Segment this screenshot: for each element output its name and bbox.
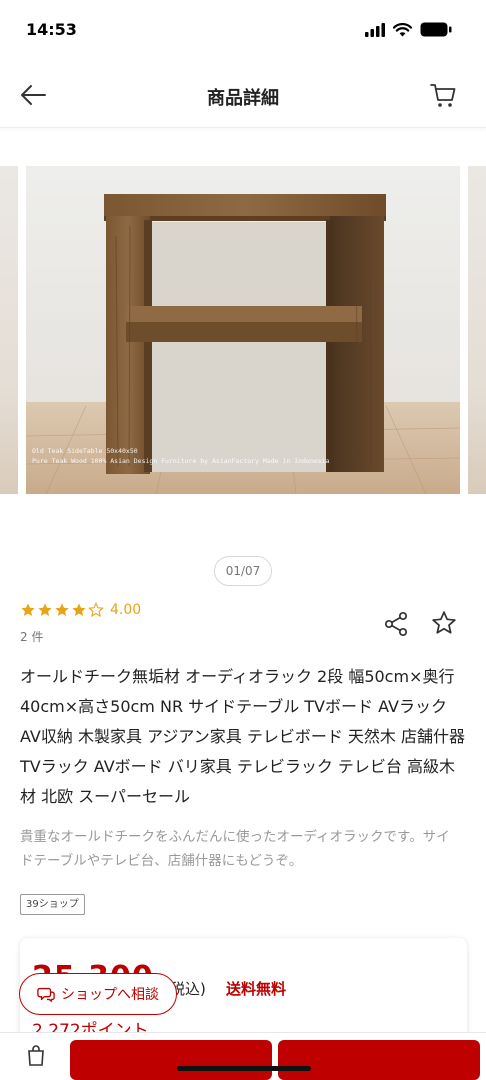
free-shipping-label: 送料無料: [226, 980, 287, 998]
chat-icon: [37, 987, 55, 1002]
next-image-peek[interactable]: [468, 166, 486, 494]
bottom-action-bar: [0, 1032, 486, 1080]
teak-rack-photo: Old Teak SideTable 50x40x50 Pure Teak Wo…: [26, 166, 460, 494]
star-filled-icon: [72, 603, 86, 616]
status-icons: [365, 22, 452, 37]
image-caption-line1: Old Teak SideTable 50x40x50: [32, 447, 138, 455]
wifi-icon: [393, 22, 412, 36]
page-title: 商品詳細: [207, 88, 279, 109]
star-outline-icon: [88, 602, 104, 618]
star-filled-icon: [38, 603, 52, 616]
share-icon: [384, 611, 408, 637]
buy-now-button[interactable]: [278, 1040, 480, 1080]
rating-stars: [20, 602, 104, 618]
signal-icon: [365, 22, 385, 37]
shop-bag-button[interactable]: [24, 1043, 48, 1067]
product-description: 貴重なオールドチークをふんだんに使ったオーディオラックです。サイドテーブルやテレ…: [20, 829, 450, 869]
home-indicator: [177, 1066, 311, 1071]
shop-tag-badge: 39ショップ: [20, 894, 85, 915]
star-filled-icon: [55, 603, 69, 616]
status-time: 14:53: [26, 20, 77, 39]
share-button[interactable]: [382, 610, 410, 638]
product-image-carousel[interactable]: Old Teak SideTable 50x40x50 Pure Teak Wo…: [0, 166, 486, 494]
bag-icon: [28, 1045, 44, 1066]
review-count[interactable]: 2 件: [20, 628, 43, 645]
previous-image-peek[interactable]: [0, 166, 18, 494]
shop-consult-label: ショップへ相談: [61, 987, 159, 1003]
product-image: Old Teak SideTable 50x40x50 Pure Teak Wo…: [26, 166, 460, 494]
cart-icon: [430, 84, 456, 107]
product-title: オールドチーク無垢材 オーディオラック 2段 幅50cm×奥行40cm×高さ50…: [20, 667, 466, 806]
battery-icon: [420, 22, 452, 37]
image-page-indicator: 01/07: [214, 556, 272, 586]
image-caption-line2: Pure Teak Wood 100% Asian Design Furnitu…: [32, 457, 329, 465]
rating-value: 4.00: [110, 602, 142, 618]
star-outline-icon: [432, 611, 456, 634]
app-header: 商品詳細: [0, 62, 486, 128]
shop-consult-button[interactable]: ショップへ相談: [19, 973, 177, 1015]
status-bar: 14:53: [0, 0, 486, 58]
cart-button[interactable]: [426, 78, 460, 112]
favorite-button[interactable]: [430, 609, 458, 637]
star-filled-icon: [21, 603, 35, 616]
add-to-cart-button[interactable]: [70, 1040, 272, 1080]
rating-summary[interactable]: 4.00: [20, 602, 141, 618]
